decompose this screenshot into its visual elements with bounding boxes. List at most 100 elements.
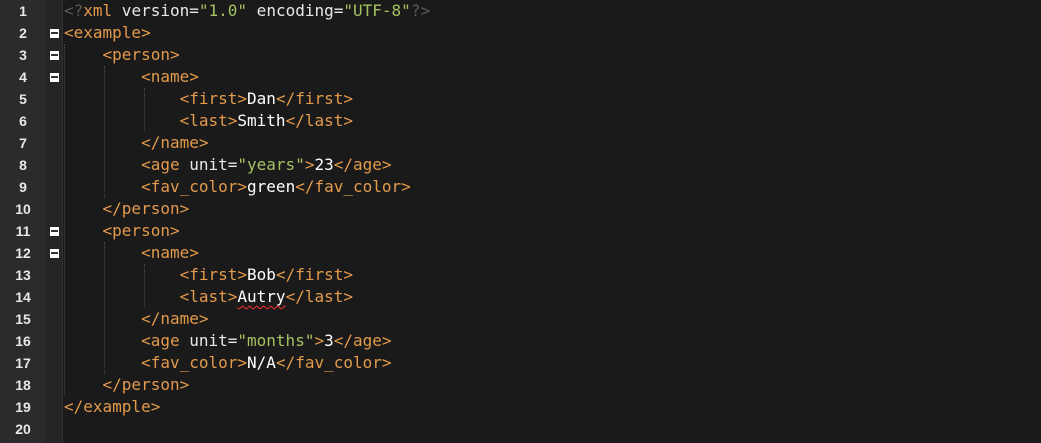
- line-number: 12: [15, 245, 31, 261]
- code-line[interactable]: 14 <last>Autry</last>: [0, 286, 1041, 308]
- fold-minus-icon[interactable]: [50, 29, 59, 38]
- attribute-value: "1.0": [198, 1, 248, 20]
- code-line[interactable]: 9 <fav_color>green</fav_color>: [0, 176, 1041, 198]
- line-number: 9: [19, 179, 27, 195]
- line-number: 14: [15, 289, 31, 305]
- fold-minus-icon[interactable]: [50, 249, 59, 258]
- code-line[interactable]: 19 </example>: [0, 396, 1041, 418]
- element-text: green: [247, 177, 296, 196]
- code-line[interactable]: 16 <age unit="months">3</age>: [0, 330, 1041, 352]
- xml-tag: </name>: [141, 309, 209, 328]
- pi-target: xml: [83, 1, 113, 20]
- attribute-value: "UTF-8": [343, 1, 411, 20]
- code-text[interactable]: </example>: [64, 396, 160, 418]
- code-line[interactable]: 18 </person>: [0, 374, 1041, 396]
- xml-tag: </person>: [102, 199, 190, 218]
- code-text[interactable]: <last>Smith</last>: [64, 110, 353, 132]
- attribute-name: encoding=: [247, 1, 344, 20]
- element-text: N/A: [247, 353, 276, 372]
- attribute-value: "years": [237, 155, 305, 174]
- code-text[interactable]: <fav_color>N/A</fav_color>: [64, 352, 392, 374]
- element-text: Dan: [247, 89, 276, 108]
- code-line[interactable]: 7 </name>: [0, 132, 1041, 154]
- fold-minus-icon[interactable]: [50, 73, 59, 82]
- line-number: 4: [19, 69, 27, 85]
- xml-tag-open: <first>: [179, 89, 248, 108]
- xml-tag: <name>: [141, 243, 199, 262]
- code-text[interactable]: <fav_color>green</fav_color>: [64, 176, 411, 198]
- code-text[interactable]: <name>: [64, 242, 199, 264]
- xml-tag: </name>: [141, 133, 209, 152]
- line-number: 19: [15, 399, 31, 415]
- element-text: 3: [324, 331, 334, 350]
- code-line[interactable]: 1 <?xml version="1.0" encoding="UTF-8"?>: [0, 0, 1041, 22]
- code-line[interactable]: 2 <example>: [0, 22, 1041, 44]
- xml-tag-close: </last>: [285, 111, 353, 130]
- xml-tag: </example>: [64, 397, 161, 416]
- code-text[interactable]: <age unit="years">23</age>: [64, 154, 392, 176]
- xml-tag-open: <age: [141, 331, 180, 350]
- code-text[interactable]: <name>: [64, 66, 199, 88]
- code-text[interactable]: </name>: [64, 132, 209, 154]
- xml-tag: </person>: [102, 375, 190, 394]
- code-text[interactable]: <example>: [64, 22, 151, 44]
- xml-tag-close: </fav_color>: [295, 177, 411, 196]
- element-text: Bob: [247, 265, 276, 284]
- code-line[interactable]: 6 <last>Smith</last>: [0, 110, 1041, 132]
- code-line[interactable]: 4 <name>: [0, 66, 1041, 88]
- code-text[interactable]: <person>: [64, 44, 180, 66]
- xml-tag-close: </age>: [333, 155, 392, 174]
- xml-tag: <person>: [102, 221, 180, 240]
- line-number: 18: [15, 377, 31, 393]
- attribute-name: unit=: [179, 155, 238, 174]
- xml-tag-close: </fav_color>: [275, 353, 392, 372]
- code-text[interactable]: <first>Dan</first>: [64, 88, 353, 110]
- code-line[interactable]: 17 <fav_color>N/A</fav_color>: [0, 352, 1041, 374]
- code-line[interactable]: 13 <first>Bob</first>: [0, 264, 1041, 286]
- attribute-value: "months": [237, 331, 315, 350]
- line-number: 10: [15, 201, 31, 217]
- code-editor[interactable]: 1 <?xml version="1.0" encoding="UTF-8"?>…: [0, 0, 1041, 443]
- code-text[interactable]: <age unit="months">3</age>: [64, 330, 392, 352]
- code-line[interactable]: 15 </name>: [0, 308, 1041, 330]
- code-line[interactable]: 10 </person>: [0, 198, 1041, 220]
- code-text[interactable]: </person>: [64, 374, 190, 396]
- code-line[interactable]: 12 <name>: [0, 242, 1041, 264]
- xml-tag-close: </first>: [275, 89, 353, 108]
- code-text[interactable]: <first>Bob</first>: [64, 264, 353, 286]
- line-number: 5: [19, 91, 27, 107]
- line-number: 1: [19, 3, 27, 19]
- code-text[interactable]: <last>Autry</last>: [64, 286, 353, 308]
- code-line[interactable]: 8 <age unit="years">23</age>: [0, 154, 1041, 176]
- code-text[interactable]: </name>: [64, 308, 209, 330]
- line-number: 2: [19, 25, 27, 41]
- xml-tag: <person>: [102, 45, 180, 64]
- line-number: 8: [19, 157, 27, 173]
- element-text: 23: [314, 155, 334, 174]
- line-number: 16: [15, 333, 31, 349]
- element-text: Smith: [237, 111, 286, 130]
- xml-tag: <name>: [141, 67, 199, 86]
- code-text[interactable]: <person>: [64, 220, 180, 242]
- line-number: 15: [15, 311, 31, 327]
- code-line[interactable]: 20: [0, 418, 1041, 440]
- xml-tag-close: </last>: [285, 287, 353, 306]
- fold-minus-icon[interactable]: [50, 227, 59, 236]
- line-number: 13: [15, 267, 31, 283]
- code-line[interactable]: 11 <person>: [0, 220, 1041, 242]
- line-number: 20: [15, 421, 31, 437]
- code-line[interactable]: 5 <first>Dan</first>: [0, 88, 1041, 110]
- misspelled-element-text: Autry: [237, 287, 286, 306]
- pi-open: <?: [64, 1, 84, 20]
- xml-tag-close: </age>: [333, 331, 392, 350]
- line-number: 6: [19, 113, 27, 129]
- xml-tag: <example>: [64, 23, 151, 42]
- code-text[interactable]: <?xml version="1.0" encoding="UTF-8"?>: [64, 0, 430, 22]
- xml-tag-open: <last>: [179, 287, 238, 306]
- code-text[interactable]: </person>: [64, 198, 190, 220]
- xml-tag-close: </first>: [275, 265, 353, 284]
- xml-tag-open: <first>: [179, 265, 248, 284]
- code-line[interactable]: 3 <person>: [0, 44, 1041, 66]
- xml-tag-open: <fav_color>: [141, 177, 248, 196]
- fold-minus-icon[interactable]: [50, 51, 59, 60]
